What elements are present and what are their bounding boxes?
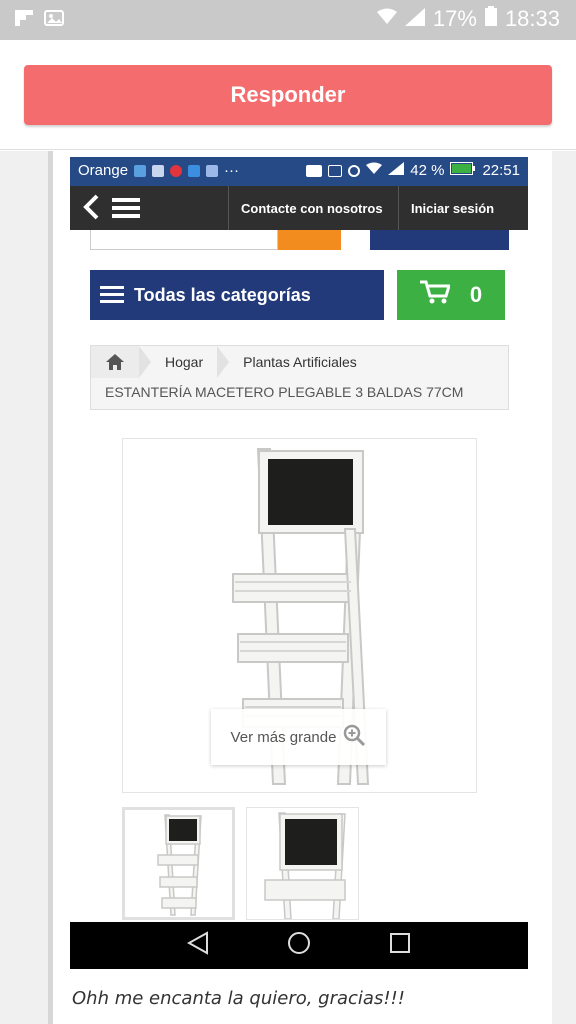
breadcrumb-current: ESTANTERÍA MACETERO PLEGABLE 3 BALDAS 77… [105, 384, 464, 400]
status-bar: 17% 18:33 [0, 0, 576, 40]
battery-icon [450, 162, 476, 179]
battery-icon [484, 6, 497, 32]
cart-icon [419, 280, 451, 310]
reply-button[interactable]: Responder [24, 65, 552, 125]
search-row [70, 230, 528, 252]
pinterest-icon [170, 164, 183, 177]
breadcrumb: Hogar Plantas Artificiales ESTANTERÍA MA… [90, 345, 509, 410]
more-icon: ··· [224, 162, 240, 179]
breadcrumb-item-plantas[interactable]: Plantas Artificiales [217, 346, 371, 378]
image-icon [44, 8, 64, 33]
back-icon[interactable] [82, 194, 100, 225]
inner-battery-percent: 42 % [410, 162, 445, 179]
vibrate-icon [328, 164, 343, 177]
android-navbar [70, 922, 528, 969]
flipboard-icon [14, 8, 34, 33]
signal-icon [404, 6, 425, 32]
login-link[interactable]: Iniciar sesión [398, 186, 506, 230]
all-categories-label: Todas las categorías [134, 284, 311, 305]
account-dropdown[interactable] [370, 230, 509, 250]
wifi-icon [366, 162, 383, 179]
cart-button[interactable]: 0 [397, 270, 505, 320]
inner-clock: 22:51 [482, 162, 520, 179]
app-icon [152, 164, 165, 177]
cart-count: 0 [469, 282, 483, 307]
zoom-button[interactable]: Ver más grande [211, 709, 386, 765]
home-icon[interactable] [287, 931, 311, 960]
inner-carrier: Orange [78, 162, 129, 179]
back-icon[interactable] [186, 931, 209, 960]
home-icon[interactable] [91, 346, 139, 378]
reply-toolbar: Responder [0, 40, 576, 150]
wifi-icon [376, 6, 397, 32]
search-input[interactable] [90, 230, 278, 250]
alarm-icon [348, 164, 361, 177]
menu-icon [100, 286, 124, 304]
search-button[interactable] [278, 230, 341, 250]
breadcrumb-item-hogar[interactable]: Hogar [139, 346, 217, 378]
app-icon [206, 164, 219, 177]
signal-icon [388, 162, 405, 179]
thumbnail-image [264, 812, 346, 920]
thumbnail-image [157, 814, 202, 916]
attached-screenshot[interactable]: Orange ··· 42 % 22:51 Contacte con nosot… [70, 157, 528, 969]
inner-status-bar: Orange ··· 42 % 22:51 [70, 157, 528, 186]
zoom-icon [342, 723, 366, 751]
message-icon [134, 164, 147, 177]
clock: 18:33 [504, 6, 560, 31]
app-icon [188, 164, 201, 177]
zoom-label: Ver más grande [230, 728, 337, 746]
all-categories-button[interactable]: Todas las categorías [90, 270, 384, 320]
thumbnail-1[interactable] [122, 807, 235, 920]
nfc-icon [306, 164, 323, 177]
comment-text: Ohh me encanta la quiero, gracias!!! [72, 988, 405, 1009]
recents-icon[interactable] [389, 932, 411, 959]
inner-navbar: Contacte con nosotros Iniciar sesión [70, 186, 528, 230]
menu-icon[interactable] [112, 198, 140, 218]
contact-link[interactable]: Contacte con nosotros [228, 186, 395, 230]
battery-percent: 17% [432, 6, 477, 31]
thumbnail-2[interactable] [246, 807, 359, 920]
